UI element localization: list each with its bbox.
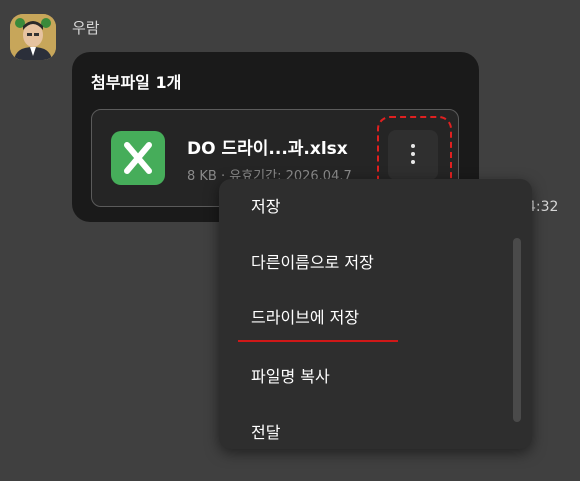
context-menu: 저장 다른이름으로 저장 드라이브에 저장 파일명 복사 전달 [219,179,532,449]
menu-item-copy-filename[interactable]: 파일명 복사 [251,363,330,387]
sender-name: 우람 [72,19,100,37]
menu-item-forward[interactable]: 전달 [251,419,280,443]
menu-scrollbar[interactable] [513,238,521,422]
avatar-image [10,14,56,60]
file-name: DO 드라이...과.xlsx [187,139,348,159]
menu-item-save-to-drive[interactable]: 드라이브에 저장 [251,304,359,328]
excel-icon [111,131,165,185]
avatar[interactable] [10,14,56,60]
menu-item-save[interactable]: 저장 [251,193,280,217]
annotation-underline [238,340,398,342]
attachment-header: 첨부파일 1개 [91,73,182,92]
menu-item-save-as[interactable]: 다른이름으로 저장 [251,249,374,273]
